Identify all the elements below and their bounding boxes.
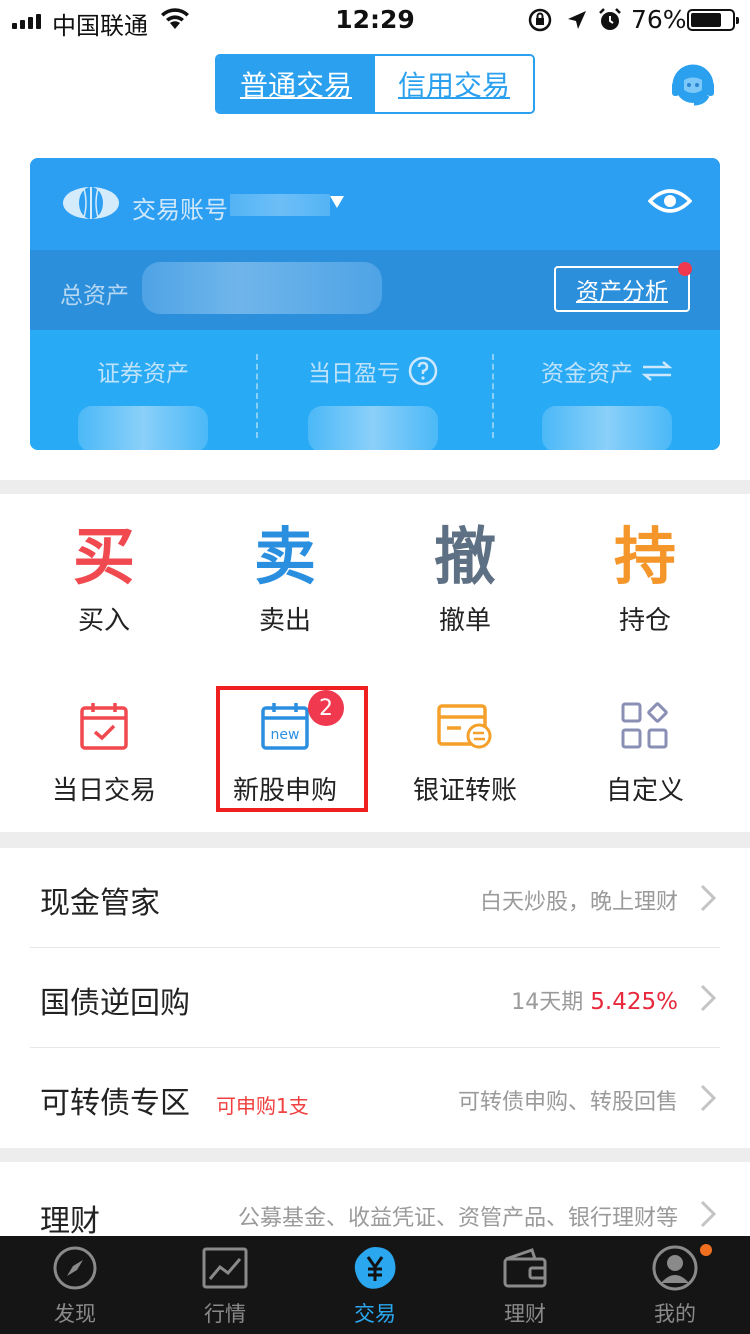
rotation-lock-icon [528,8,552,36]
tab-wealth[interactable]: 理财 [450,1244,600,1328]
menu-list: 现金管家 白天炒股，晚上理财 国债逆回购 14天期 5.425% 可转债专区 可… [0,848,750,1148]
yen-icon [300,1244,450,1292]
grid-icon [555,698,735,754]
asset-analysis-button[interactable]: 资产分析 [554,266,690,312]
tab-trade[interactable]: 交易 [300,1244,450,1328]
battery-percent: 76% [631,5,687,34]
highlight-box [216,686,368,812]
account-dropdown-icon[interactable] [330,196,344,208]
location-icon [566,9,588,35]
list-item-convertible-bonds[interactable]: 可转债专区 可申购1支 可转债申购、转股回售 [30,1048,720,1148]
stat-value-masked [308,406,438,450]
asset-stats-row: 证券资产 当日盈亏 资金资产 [30,330,720,450]
transfer-arrows-icon[interactable] [641,359,673,383]
sell-label: 卖出 [258,606,311,636]
calendar-check-icon [14,698,194,754]
total-assets-masked [142,262,382,314]
stat-label: 证券资产 [97,361,189,387]
wealth-list: 理财 公募基金、收益凭证、资管产品、银行理财等 [0,1162,750,1242]
bank-transfer-label: 银证转账 [412,776,517,806]
list-item-title: 理财 [40,1204,100,1239]
tab-market[interactable]: 行情 [150,1244,300,1328]
trade-header: 普通交易 信用交易 交易账号 总资产 资产分析 证券资产 当日盈亏 资金资产 [0,40,750,480]
buy-button[interactable]: 买 买入 [14,522,194,637]
holdings-label: 持仓 [618,606,671,636]
notification-dot [678,262,692,276]
tab-credit-trade[interactable]: 信用交易 [375,56,533,112]
sell-glyph: 卖 [253,520,316,593]
list-item-subtitle: 公募基金、收益凭证、资管产品、银行理财等 [237,1206,678,1231]
eye-icon[interactable] [647,186,693,220]
customize-button[interactable]: 自定义 [555,698,735,807]
tab-discover[interactable]: 发现 [0,1244,150,1328]
tab-label: 行情 [204,1302,246,1326]
account-label: 交易账号 [132,196,228,224]
wallet-icon [450,1244,600,1292]
tab-mine[interactable]: 我的 [600,1244,750,1328]
bank-transfer-button[interactable]: 银证转账 [375,698,555,807]
stat-label: 资金资产 [541,361,633,387]
total-assets-label: 总资产 [60,283,129,309]
trade-type-segment: 普通交易 信用交易 [215,54,535,114]
card-transfer-icon [375,698,555,754]
account-row[interactable]: 交易账号 [30,158,720,250]
buy-label: 买入 [77,606,130,636]
notification-dot [700,1244,712,1256]
list-item-subtitle: 可转债申购、转股回售 [457,1090,678,1115]
customer-service-icon[interactable] [668,60,718,114]
list-item-title: 可转债专区 [40,1086,190,1121]
battery-icon [687,9,739,31]
ipo-count-badge: 2 [308,690,344,726]
cancel-order-label: 撤单 [438,606,491,636]
status-bar: 中国联通 12:29 76% [0,0,750,40]
divider [256,354,258,438]
stat-value-masked [542,406,672,450]
term-text: 14天期 [511,990,584,1015]
alarm-icon [598,8,622,36]
list-item-reverse-repo[interactable]: 国债逆回购 14天期 5.425% [30,948,720,1048]
securities-assets-stat[interactable]: 证券资产 [30,354,256,450]
user-icon [600,1244,750,1292]
list-item-title: 现金管家 [40,886,160,921]
stat-label: 当日盈亏 [308,361,400,387]
bottom-tab-bar: 发现 行情 交易 理财 我的 [0,1236,750,1334]
list-item-subtitle: 14天期 5.425% [511,984,678,1016]
tab-label: 交易 [354,1302,396,1326]
account-card: 交易账号 总资产 资产分析 证券资产 当日盈亏 资金资产 [30,158,720,450]
list-item-title: 国债逆回购 [40,986,190,1021]
daily-pnl-stat[interactable]: 当日盈亏 [260,354,486,450]
buy-glyph: 买 [72,520,135,593]
chevron-right-icon [700,1200,716,1228]
help-icon[interactable] [408,356,438,386]
battery-fill [691,13,722,27]
chevron-right-icon [700,884,716,912]
holdings-button[interactable]: 持 持仓 [555,522,735,637]
cash-assets-stat[interactable]: 资金资产 [494,354,720,450]
customize-label: 自定义 [605,776,684,806]
daily-trades-label: 当日交易 [51,776,156,806]
account-number-masked [230,194,330,216]
compass-icon [0,1244,150,1292]
quick-actions: 买 买入 卖 卖出 撤 撤单 持 持仓 当日交易 new 新股申购 银证转账 自… [0,494,750,832]
daily-trades-button[interactable]: 当日交易 [14,698,194,807]
sell-button[interactable]: 卖 卖出 [195,522,375,637]
total-assets-row: 总资产 资产分析 [30,250,720,330]
broker-logo-icon [62,186,120,224]
list-item-cash-manager[interactable]: 现金管家 白天炒股，晚上理财 [30,848,720,948]
stat-value-masked [78,406,208,450]
holdings-glyph: 持 [613,520,676,593]
chart-icon [150,1244,300,1292]
list-item-wealth[interactable]: 理财 公募基金、收益凭证、资管产品、银行理财等 [30,1162,720,1242]
cancel-order-glyph: 撤 [433,520,496,593]
cancel-order-button[interactable]: 撤 撤单 [375,522,555,637]
list-item-subtitle: 白天炒股，晚上理财 [479,890,678,915]
tab-normal-trade[interactable]: 普通交易 [217,56,375,112]
tab-label: 我的 [654,1302,696,1326]
chevron-right-icon [700,1084,716,1112]
chevron-right-icon [700,984,716,1012]
tab-label: 发现 [54,1302,96,1326]
rate-value: 5.425% [590,989,678,1015]
tab-label: 理财 [504,1302,546,1326]
list-item-tag: 可申购1支 [216,1094,309,1118]
